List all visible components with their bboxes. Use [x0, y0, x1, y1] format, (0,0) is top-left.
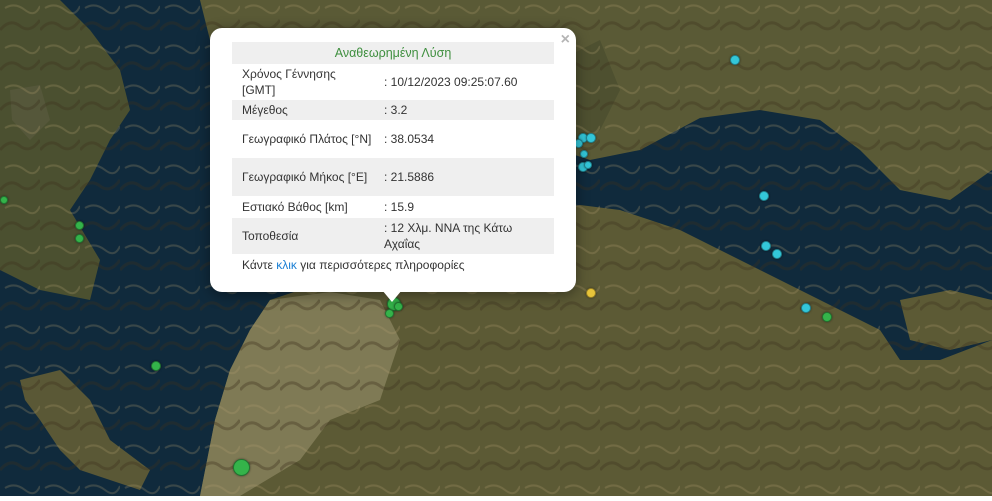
- earthquake-details-table: Χρόνος Γέννησης [GMT] : 10/12/2023 09:25…: [232, 64, 554, 254]
- earthquake-info-popup: × Αναθεωρημένη Λύση Χρόνος Γέννησης [GMT…: [210, 28, 576, 292]
- earthquake-marker-green[interactable]: [151, 361, 161, 371]
- row-label: Γεωγραφικό Πλάτος [°N]: [242, 132, 372, 146]
- earthquake-marker-cyan[interactable]: [759, 191, 769, 201]
- row-label: Γεωγραφικό Μήκος [°E]: [242, 170, 368, 184]
- earthquake-marker-green[interactable]: [233, 459, 250, 476]
- table-row: Γεωγραφικό Μήκος [°E] : 21.5886: [232, 158, 554, 196]
- earthquake-marker-cyan[interactable]: [772, 249, 782, 259]
- row-value: : 38.0534: [384, 132, 435, 146]
- popup-pointer: [382, 290, 402, 302]
- row-value: : 12 Χλμ. NNA της Κάτω Αχαΐας: [384, 221, 513, 251]
- earthquake-marker-green[interactable]: [394, 302, 403, 311]
- table-row: Τοποθεσία : 12 Χλμ. NNA της Κάτω Αχαΐας: [232, 218, 554, 254]
- earthquake-marker-cyan[interactable]: [730, 55, 740, 65]
- popup-title: Αναθεωρημένη Λύση: [232, 42, 554, 64]
- close-icon[interactable]: ×: [561, 31, 570, 49]
- more-info-link[interactable]: κλικ: [276, 258, 297, 272]
- earthquake-marker-cyan[interactable]: [580, 150, 588, 158]
- row-label: Μέγεθος: [242, 103, 288, 117]
- earthquake-marker-green[interactable]: [822, 312, 832, 322]
- row-value: : 3.2: [384, 103, 408, 117]
- earthquake-marker-green[interactable]: [75, 221, 84, 230]
- earthquake-marker-green[interactable]: [385, 309, 394, 318]
- table-row: Χρόνος Γέννησης [GMT] : 10/12/2023 09:25…: [232, 64, 554, 100]
- row-value: : 10/12/2023 09:25:07.60: [384, 75, 518, 89]
- row-label: Εστιακό Βάθος [km]: [242, 200, 348, 214]
- earthquake-marker-cyan[interactable]: [801, 303, 811, 313]
- earthquake-marker-cyan[interactable]: [586, 133, 596, 143]
- row-label: Χρόνος Γέννησης [GMT]: [242, 67, 336, 97]
- earthquake-marker-green[interactable]: [75, 234, 84, 243]
- table-row: Μέγεθος : 3.2: [232, 100, 554, 120]
- more-info-prefix: Κάντε: [242, 258, 273, 272]
- row-label: Τοποθεσία: [242, 229, 299, 243]
- more-info-suffix: για περισσότερες πληροφορίες: [300, 258, 465, 272]
- table-row: Εστιακό Βάθος [km] : 15.9: [232, 196, 554, 218]
- earthquake-marker-yellow[interactable]: [586, 288, 596, 298]
- more-info-line: Κάντε κλικ για περισσότερες πληροφορίες: [242, 258, 465, 272]
- earthquake-marker-cyan[interactable]: [761, 241, 771, 251]
- earthquake-marker-cyan[interactable]: [584, 161, 592, 169]
- row-value: : 21.5886: [384, 170, 435, 184]
- earthquake-marker-green[interactable]: [0, 196, 8, 204]
- row-value: : 15.9: [384, 200, 415, 214]
- table-row: Γεωγραφικό Πλάτος [°N] : 38.0534: [232, 120, 554, 158]
